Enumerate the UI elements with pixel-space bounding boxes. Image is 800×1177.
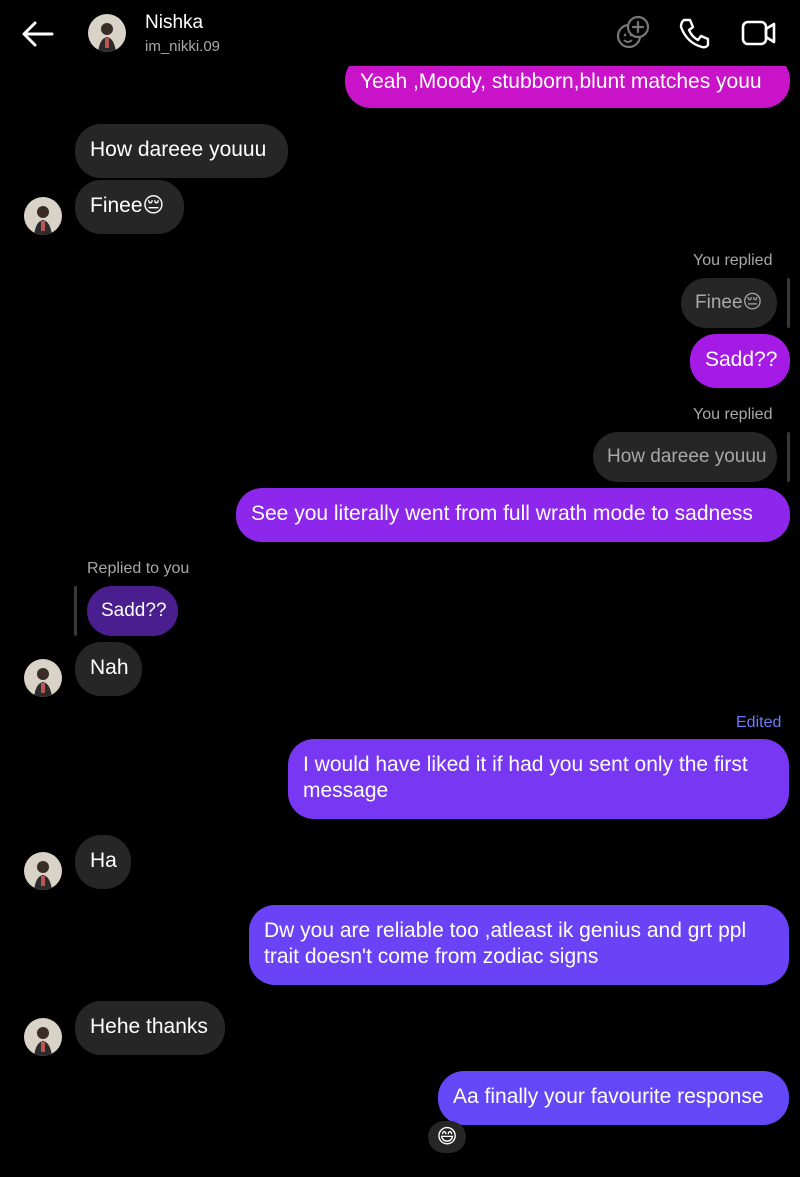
edited-label[interactable]: Edited (736, 714, 781, 732)
quote-bar (787, 432, 790, 482)
reply-label: You replied (693, 252, 773, 269)
sender-avatar[interactable] (24, 852, 62, 890)
phone-call-icon[interactable] (676, 14, 714, 52)
back-arrow-icon[interactable] (18, 16, 58, 52)
outgoing-message[interactable]: Aa finally your favourite response (438, 1071, 789, 1125)
quoted-message[interactable]: Finee😔 (681, 278, 777, 328)
quoted-message[interactable]: How dareee youuu (593, 432, 777, 482)
quote-bar (74, 586, 77, 636)
contact-handle: im_nikki.09 (145, 38, 221, 55)
incoming-message[interactable]: Finee😔 (75, 180, 184, 234)
incoming-message[interactable]: Hehe thanks (75, 1001, 225, 1055)
chat-header: Nishka im_nikki.09 (0, 0, 800, 66)
add-effect-icon[interactable] (614, 14, 652, 52)
outgoing-message[interactable]: See you literally went from full wrath m… (236, 488, 790, 542)
sender-avatar[interactable] (24, 197, 62, 235)
reply-label: You replied (693, 406, 773, 423)
reply-label: Replied to you (87, 560, 190, 577)
reaction-emoji[interactable]: 😄 (428, 1121, 466, 1153)
incoming-message[interactable]: Nah (75, 642, 142, 696)
outgoing-message[interactable]: Dw you are reliable too ,atleast ik geni… (249, 905, 789, 985)
sender-avatar[interactable] (24, 659, 62, 697)
contact-avatar[interactable] (88, 14, 126, 52)
outgoing-message[interactable]: I would have liked it if had you sent on… (288, 739, 789, 819)
quote-bar (787, 278, 790, 328)
video-call-icon[interactable] (740, 14, 778, 52)
incoming-message[interactable]: How dareee youuu (75, 124, 288, 178)
incoming-message[interactable]: Ha (75, 835, 131, 889)
contact-name[interactable]: Nishka (145, 12, 203, 34)
outgoing-message[interactable]: Sadd?? (690, 334, 790, 388)
quoted-message[interactable]: Sadd?? (87, 586, 178, 636)
sender-avatar[interactable] (24, 1018, 62, 1056)
